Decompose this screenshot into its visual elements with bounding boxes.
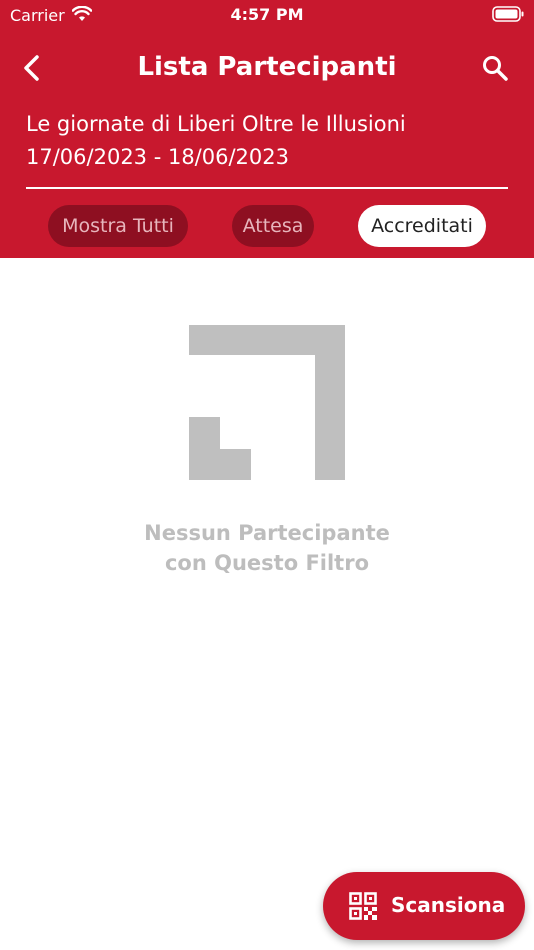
empty-list-icon (189, 325, 345, 480)
qr-code-icon (349, 892, 377, 920)
event-dates: 17/06/2023 - 18/06/2023 (26, 145, 290, 169)
event-name: Le giornate di Liberi Oltre le Illusioni (26, 112, 406, 136)
status-time: 4:57 PM (230, 5, 304, 24)
empty-state-message: Nessun Partecipante con Questo Filtro (0, 518, 534, 578)
filter-accredited[interactable]: Accreditati (358, 205, 486, 247)
navigation-bar: Lista Partecipanti (0, 40, 534, 96)
scan-button-label: Scansiona (391, 893, 506, 917)
search-icon[interactable] (482, 55, 508, 81)
header-divider (26, 187, 508, 189)
scan-button[interactable]: Scansiona (323, 872, 525, 940)
status-bar: Carrier 4:57 PM (0, 0, 534, 30)
empty-state-line-1: Nessun Partecipante (144, 521, 390, 545)
filter-bar: Mostra Tutti Attesa Accreditati (0, 205, 534, 247)
screen: Carrier 4:57 PM Lista Partecipanti Le gi… (0, 0, 534, 950)
battery-icon (492, 6, 524, 22)
chevron-left-icon[interactable] (20, 54, 44, 82)
empty-state-line-2: con Questo Filtro (164, 551, 370, 575)
filter-pending[interactable]: Attesa (232, 205, 314, 247)
header: Carrier 4:57 PM Lista Partecipanti Le gi… (0, 0, 534, 258)
page-title: Lista Partecipanti (137, 52, 397, 82)
filter-show-all[interactable]: Mostra Tutti (48, 205, 188, 247)
